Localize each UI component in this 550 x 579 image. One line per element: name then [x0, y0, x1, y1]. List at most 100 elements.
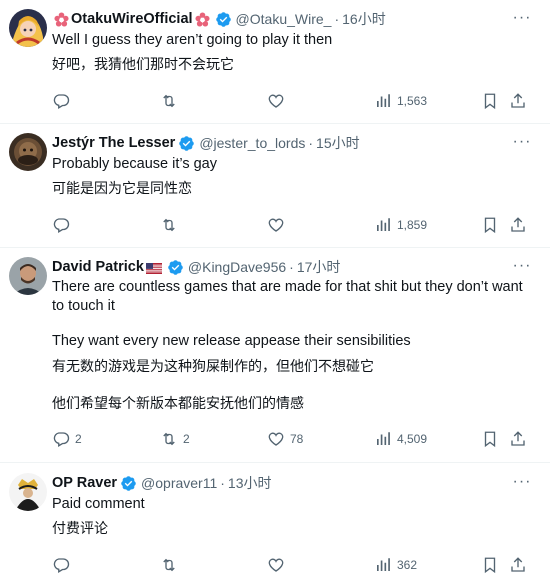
view-count: 1,859: [397, 218, 428, 232]
reply-button[interactable]: [52, 556, 75, 574]
verified-badge-icon: [215, 11, 232, 28]
separator-dot: ·: [334, 11, 340, 27]
views-chart-icon: [377, 94, 390, 107]
like-button[interactable]: [267, 556, 290, 574]
retweet-icon: [163, 558, 175, 572]
heart-icon: [268, 558, 284, 572]
user-handle[interactable]: @jester_to_lords: [199, 135, 305, 151]
tweet-text-en: Well I guess they aren’t going to play i…: [52, 32, 333, 48]
bookmark-icon: [484, 217, 496, 234]
retweet-button[interactable]: [160, 556, 183, 574]
separator-dot: ·: [220, 475, 225, 491]
flower-emoji-icon: [195, 11, 210, 27]
tweet-text-en-line2: to touch it: [52, 298, 115, 314]
avatar[interactable]: [9, 473, 47, 511]
tweet-text-en: Probably because it’s gay: [52, 156, 217, 172]
reply-button[interactable]: [52, 92, 75, 110]
views-button[interactable]: 1,563: [374, 92, 427, 110]
separator-dot: ·: [289, 259, 294, 275]
retweet-button[interactable]: 2: [160, 430, 190, 448]
share-icon: [511, 431, 525, 446]
action-bar: 362: [0, 556, 550, 578]
separator-dot: ·: [308, 135, 314, 151]
tweet-header: OtakuWireOfficial @Otaku_Wire_ · 16小时: [52, 9, 386, 29]
like-button[interactable]: [267, 216, 290, 234]
tweet-header: Jestýr The Lesser @jester_to_lords · 15小…: [52, 133, 360, 153]
views-button[interactable]: 1,859: [374, 216, 427, 234]
share-icon: [511, 93, 525, 108]
view-count: 1,563: [397, 94, 428, 108]
bookmark-button[interactable]: [481, 430, 499, 448]
reply-otakuwire[interactable]: OtakuWireOfficial @Otaku_Wire_ · 16小时 ··…: [0, 0, 550, 123]
bookmark-button[interactable]: [481, 216, 499, 234]
verified-badge-icon: [178, 135, 195, 152]
tweet-text-cn: 好吧，我猜他们那时不会玩它: [52, 57, 234, 73]
share-icon: [511, 217, 525, 232]
retweet-count: 2: [183, 432, 190, 446]
reply-button[interactable]: [52, 216, 75, 234]
display-name[interactable]: David Patrick: [52, 259, 144, 275]
retweet-button[interactable]: [160, 216, 183, 234]
user-handle[interactable]: @KingDave956: [188, 259, 286, 275]
verified-badge-icon: [167, 259, 184, 276]
action-bar: 1,859: [0, 216, 550, 238]
tweet-header: David Patrick @KingDave956 · 17小时: [52, 257, 340, 277]
tweet-header: OP Raver @opraver11 · 13小时: [52, 473, 272, 493]
display-name[interactable]: OP Raver: [52, 475, 117, 491]
views-chart-icon: [377, 558, 390, 571]
reply-icon: [53, 218, 70, 233]
like-count: 78: [290, 432, 304, 446]
view-count: 4,509: [397, 432, 428, 446]
views-button[interactable]: 362: [374, 556, 417, 574]
views-button[interactable]: 4,509: [374, 430, 427, 448]
bookmark-icon: [484, 93, 496, 110]
reply-icon: [53, 94, 70, 109]
tweet-text-cn: 可能是因为它是同性恋: [52, 181, 192, 197]
bookmark-button[interactable]: [481, 556, 499, 574]
us-flag-icon: [145, 262, 162, 274]
reply-jester[interactable]: Jestýr The Lesser @jester_to_lords · 15小…: [0, 124, 550, 247]
user-handle[interactable]: @opraver11: [141, 475, 217, 491]
share-icon: [511, 557, 525, 572]
display-name[interactable]: OtakuWireOfficial: [71, 11, 193, 27]
retweet-icon: [163, 94, 175, 108]
more-options-icon[interactable]: ···: [512, 474, 532, 492]
reply-opraver[interactable]: OP Raver @opraver11 · 13小时 ··· Paid comm…: [0, 463, 550, 579]
reply-count: 2: [75, 432, 82, 446]
bookmark-icon: [484, 557, 496, 574]
tweet-text-en-line1: There are countless games that are made …: [52, 279, 523, 295]
reply-davidpatrick[interactable]: David Patrick @KingDave956 · 17小时 ··· Th…: [0, 248, 550, 458]
bookmark-button[interactable]: [481, 92, 499, 110]
share-button[interactable]: [509, 430, 527, 448]
timestamp[interactable]: 15小时: [316, 133, 360, 153]
share-button[interactable]: [509, 216, 527, 234]
retweet-button[interactable]: [160, 92, 183, 110]
more-options-icon[interactable]: ···: [512, 10, 532, 28]
like-button[interactable]: 78: [267, 430, 303, 448]
reply-icon: [53, 558, 70, 573]
flower-emoji-icon: [54, 11, 69, 27]
user-handle[interactable]: @Otaku_Wire_: [236, 11, 332, 27]
share-button[interactable]: [509, 556, 527, 574]
views-chart-icon: [377, 432, 390, 445]
share-button[interactable]: [509, 92, 527, 110]
timestamp[interactable]: 17小时: [297, 257, 341, 277]
more-options-icon[interactable]: ···: [512, 258, 532, 276]
like-button[interactable]: [267, 92, 290, 110]
more-options-icon[interactable]: ···: [512, 134, 532, 152]
tweet-text-en-line3: They want every new release appease thei…: [52, 333, 411, 349]
timestamp[interactable]: 16小时: [342, 9, 386, 29]
reply-icon: [53, 432, 70, 447]
retweet-icon: [163, 432, 175, 446]
display-name[interactable]: Jestýr The Lesser: [52, 135, 175, 151]
verified-badge-icon: [120, 475, 137, 492]
timestamp[interactable]: 13小时: [228, 473, 272, 493]
heart-icon: [268, 94, 284, 108]
tweet-text-cn: 付费评论: [52, 521, 108, 537]
avatar[interactable]: [9, 9, 47, 47]
reply-button[interactable]: 2: [52, 430, 82, 448]
avatar[interactable]: [9, 133, 47, 171]
retweet-icon: [163, 218, 175, 232]
avatar[interactable]: [9, 257, 47, 295]
tweet-text-en: Paid comment: [52, 496, 145, 512]
